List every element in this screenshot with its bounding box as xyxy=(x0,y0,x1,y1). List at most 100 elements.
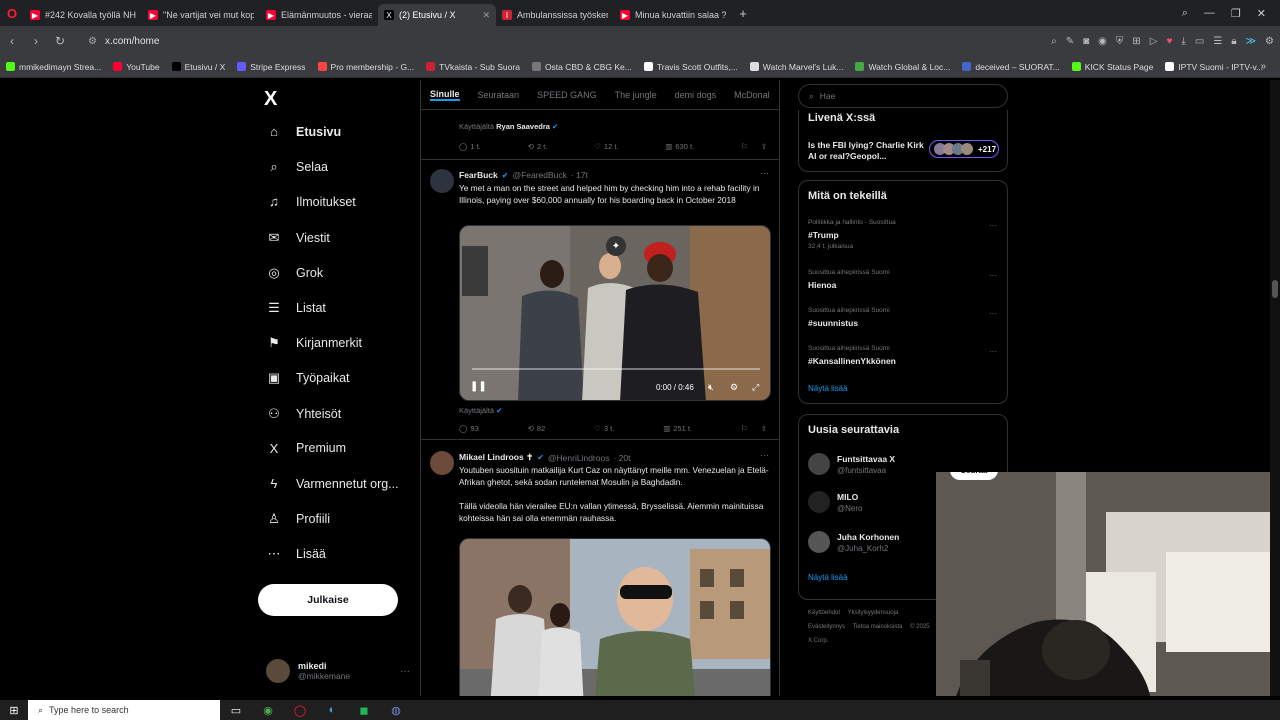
windows-start-icon[interactable]: ⊞ xyxy=(0,704,28,717)
live-listeners[interactable]: +217 xyxy=(929,140,999,158)
timeline-tab[interactable]: SPEED GANG xyxy=(537,90,597,100)
sidebar-item-profiili[interactable]: ♙ Profiili xyxy=(266,511,330,527)
lock-icon[interactable]: 🔒︎ xyxy=(1231,36,1236,47)
browser-tab[interactable]: ▶ "Ne vartijat vei mut koppiin" xyxy=(142,4,260,26)
trend-more-icon[interactable]: ··· xyxy=(989,221,997,230)
play-icon[interactable]: ▷ xyxy=(1150,36,1158,47)
download-icon[interactable]: ⤓ xyxy=(1181,36,1185,47)
discord-icon[interactable]: ◍ xyxy=(380,700,412,720)
avatar[interactable] xyxy=(808,453,830,475)
camera-icon[interactable]: ◙ xyxy=(1083,36,1089,47)
opera-logo-icon[interactable]: O xyxy=(0,0,24,26)
sidebar-item-viestit[interactable]: ✉ Viestit xyxy=(266,230,330,246)
search-icon[interactable]: ⌕ xyxy=(1051,36,1057,47)
page-scrollbar[interactable] xyxy=(1270,80,1280,696)
timeline-tab[interactable]: Sinulle xyxy=(430,89,460,101)
live-on-x-panel[interactable]: Livenä X:ssä Is the FBI lying? Charlie K… xyxy=(798,110,1008,172)
browser-tab[interactable]: ▶ Minua kuvattiin salaa ?"Kamala xyxy=(614,4,732,26)
avatar[interactable] xyxy=(808,531,830,553)
account-switcher[interactable]: mikedi @mikkemane ··· xyxy=(266,656,410,686)
timeline-tab[interactable]: Seurataan xyxy=(478,90,520,100)
sidebar-item-työpaikat[interactable]: ▣ Työpaikat xyxy=(266,370,350,386)
footer-link[interactable]: Käyttöehdot xyxy=(808,610,840,616)
bookmark-item[interactable]: mmikedimayn Strea... xyxy=(6,62,101,72)
bookmark-item[interactable]: TVkaista - Sub Suora xyxy=(426,62,520,72)
browser-tab[interactable]: I Ambulanssissa työskennellään xyxy=(496,4,614,26)
timeline-tab[interactable]: The jungle xyxy=(615,90,657,100)
sidebar-item-lisää[interactable]: ⋯ Lisää xyxy=(266,546,326,562)
suggested-name[interactable]: Juha Korhonen xyxy=(837,532,899,542)
tweet[interactable]: Mikael Lindroos ✝ ✔ @HenriLindroos · 20t… xyxy=(421,442,779,696)
edit-icon[interactable]: ✎ xyxy=(1066,36,1074,47)
bookmark-button[interactable]: ⚐ ⇧ xyxy=(741,424,767,433)
url-field[interactable]: ⚙ x.com/home xyxy=(88,36,159,47)
shield-icon[interactable]: ⛨ xyxy=(1116,36,1124,47)
sidebar-item-listat[interactable]: ☰ Listat xyxy=(266,300,326,316)
repost-button[interactable]: ⟲ 2 t. xyxy=(528,142,548,151)
fullscreen-icon[interactable]: ⤢ xyxy=(752,382,759,393)
browser-tab[interactable]: X (2) Etusivu / X ✕ xyxy=(378,4,496,26)
sidebar-item-yhteisöt[interactable]: ⚇ Yhteisöt xyxy=(266,406,341,422)
bookmark-item[interactable]: Pro membership - G... xyxy=(317,62,414,72)
tweet-partial[interactable]: Käyttäjältä Ryan Saavedra ✔ ◯ 1 t. ⟲ 2 t. … xyxy=(421,110,779,160)
show-more-link[interactable]: Näytä lisää xyxy=(808,573,848,582)
reply-button[interactable]: ◯ 93 xyxy=(459,424,479,433)
scrollbar-thumb[interactable] xyxy=(1272,280,1278,298)
sidebar-item-grok[interactable]: ◎ Grok xyxy=(266,265,323,281)
timeline-tab[interactable]: demi dogs xyxy=(675,90,717,100)
menu-icon[interactable]: ☰ xyxy=(1213,36,1222,47)
bookmark-item[interactable]: Stripe Express xyxy=(237,62,306,72)
settings-icon[interactable]: ⚙ xyxy=(730,382,738,393)
tab-close-icon[interactable]: ✕ xyxy=(482,10,490,21)
bookmark-item[interactable]: KICK Status Page xyxy=(1071,62,1153,72)
trend-more-icon[interactable]: ··· xyxy=(989,271,997,280)
trend-more-icon[interactable]: ··· xyxy=(989,309,997,318)
more-icon[interactable]: ··· xyxy=(400,666,410,677)
suggested-name[interactable]: Funtsittavaa X xyxy=(837,454,895,464)
tweet-more-icon[interactable]: ··· xyxy=(760,450,769,460)
post-button[interactable]: Julkaise xyxy=(258,584,398,616)
suggested-name[interactable]: MILO xyxy=(837,492,858,502)
share-icon[interactable]: ⇧ xyxy=(761,142,767,151)
task-view-icon[interactable]: ▭ xyxy=(220,700,252,720)
search-tabs-icon[interactable]: ⌕ xyxy=(1182,7,1188,20)
reply-button[interactable]: ◯ 1 t. xyxy=(459,142,481,151)
sidebar-item-varmennetut-org[interactable]: ϟ Varmennetut org... xyxy=(266,476,399,491)
views-button[interactable]: ▥ 630 t. xyxy=(665,142,694,151)
aria-icon[interactable]: ≫ xyxy=(1246,36,1256,47)
wallet-icon[interactable]: ▭ xyxy=(1195,36,1204,47)
sidebar-item-premium[interactable]: X Premium xyxy=(266,441,346,456)
views-button[interactable]: ▥ 251 t. xyxy=(663,424,692,433)
sidebar-item-etusivu[interactable]: ⌂ Etusivu xyxy=(266,124,341,139)
repost-button[interactable]: ⟲ 82 xyxy=(528,424,546,433)
live-space-title[interactable]: Is the FBI lying? Charlie Kirk AI or rea… xyxy=(808,140,924,162)
tweet-video[interactable]: ✦ ❚❚ 0:00 / 0:46 🔇︎ ⚙ ⤢ xyxy=(459,225,771,401)
heart-icon[interactable]: ♥ xyxy=(1166,36,1172,47)
maximize-icon[interactable]: ❐ xyxy=(1231,7,1241,20)
tweet-image[interactable] xyxy=(459,538,771,696)
bookmark-button[interactable]: ⚐ ⇧ xyxy=(741,142,767,151)
opera-icon[interactable]: ◯ xyxy=(284,700,316,720)
bookmark-item[interactable]: IPTV Suomi - IPTV-v... xyxy=(1165,62,1263,72)
forward-icon[interactable]: › xyxy=(24,34,48,48)
minimize-icon[interactable]: — xyxy=(1204,7,1215,19)
explore-search-input[interactable]: ⌕ Hae xyxy=(798,84,1008,108)
bookmark-item[interactable]: Travis Scott Outfits,... xyxy=(643,62,738,72)
taskbar-search-input[interactable]: ⌕ Type here to search xyxy=(28,700,220,720)
avatar[interactable] xyxy=(430,451,454,475)
footer-link[interactable]: Tietoa mainoksista xyxy=(853,624,903,630)
show-more-link[interactable]: Näytä lisää xyxy=(808,384,848,393)
mute-icon[interactable]: 🔇︎ xyxy=(708,382,714,393)
pause-icon[interactable]: ❚❚ xyxy=(470,381,487,392)
sidebar-item-ilmoitukset[interactable]: ♫ Ilmoitukset xyxy=(266,194,356,209)
close-window-icon[interactable]: ✕ xyxy=(1257,7,1266,20)
like-button[interactable]: ♡ 12 t. xyxy=(594,142,618,151)
avatar[interactable] xyxy=(808,491,830,513)
new-tab-icon[interactable]: + xyxy=(732,6,754,21)
back-icon[interactable]: ‹ xyxy=(0,34,24,48)
like-button[interactable]: ♡ 3 t. xyxy=(594,424,614,433)
share-icon[interactable]: ⇧ xyxy=(761,424,767,433)
bookmark-item[interactable]: YouTube xyxy=(113,62,160,72)
timeline-tab[interactable]: McDonal xyxy=(734,90,770,100)
trend-more-icon[interactable]: ··· xyxy=(989,347,997,356)
